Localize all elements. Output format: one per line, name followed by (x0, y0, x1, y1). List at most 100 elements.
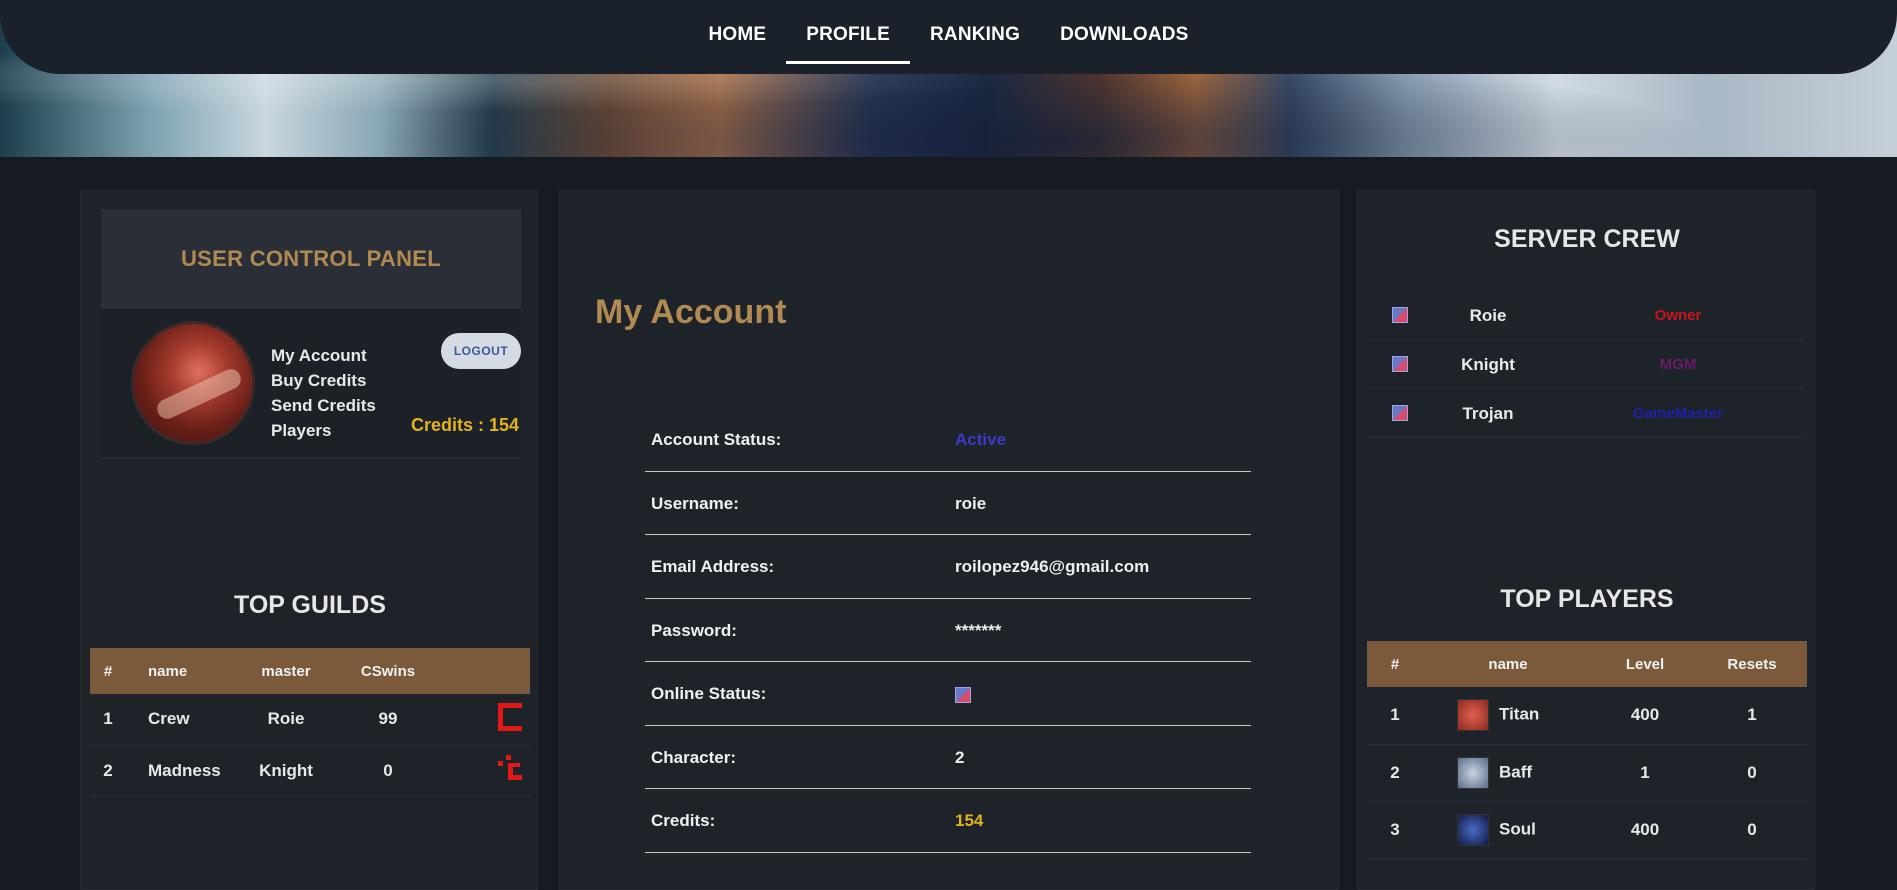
label-email: Email Address: (651, 557, 775, 576)
player-rank: 3 (1367, 801, 1423, 859)
player-avatar (1457, 699, 1489, 732)
label-account-status: Account Status: (651, 430, 782, 449)
list-item[interactable]: Knight MGM (1368, 340, 1804, 389)
guild-cswins: 0 (336, 745, 440, 797)
guild-logo (440, 745, 530, 797)
col-level: Level (1625, 655, 1665, 673)
account-panel: My Account Account Status: Active Userna… (559, 190, 1339, 890)
row-account-status: Account Status: Active (645, 408, 1251, 472)
player-level: 1 (1593, 744, 1697, 802)
row-password: Password: ******* (645, 599, 1251, 662)
guild-logo-icon (498, 702, 522, 731)
guild-rank: 2 (90, 745, 126, 797)
player-rank: 1 (1367, 687, 1423, 745)
top-players-table: # name Level Resets 1 Titan 400 1 2 Baff… (1367, 641, 1807, 859)
player-level: 400 (1593, 801, 1697, 859)
col-resets: Resets (1727, 655, 1777, 673)
table-row[interactable]: 2 Baff 1 0 (1367, 744, 1807, 802)
guild-logo-icon (496, 755, 522, 781)
row-email: Email Address: roilopez946@gmail.com (645, 535, 1251, 599)
guild-master: Roie (236, 694, 336, 746)
crew-role: Owner (1654, 307, 1702, 324)
col-rank: # (103, 662, 113, 680)
server-crew-list: Roie Owner Knight MGM Trojan GameMaster (1368, 291, 1804, 438)
guild-rank: 1 (90, 694, 126, 746)
top-nav: HOME PROFILE RANKING DOWNLOADS (0, 0, 1897, 74)
player-avatar (1457, 756, 1489, 789)
online-status-icon (955, 686, 971, 703)
account-details: Account Status: Active Username: roie Em… (645, 408, 1251, 853)
list-item[interactable]: Trojan GameMaster (1368, 389, 1804, 438)
row-character: Character: 2 (645, 726, 1251, 789)
link-send-credits[interactable]: Send Credits (271, 393, 376, 418)
player-cell[interactable]: Titan (1423, 687, 1593, 745)
crew-name: Knight (1461, 355, 1515, 374)
guild-name[interactable]: Madness (126, 745, 236, 797)
logout-button[interactable]: LOGOUT (441, 333, 521, 369)
nav-downloads[interactable]: DOWNLOADS (1040, 0, 1208, 64)
online-status-icon (1392, 405, 1408, 421)
table-row[interactable]: 1 Crew Roie 99 (90, 694, 530, 746)
online-status-icon (1392, 356, 1408, 372)
guild-logo (440, 694, 530, 746)
guild-master: Knight (236, 745, 336, 797)
top-guilds-title: TOP GUILDS (234, 591, 386, 619)
player-resets: 1 (1697, 687, 1807, 745)
player-resets: 0 (1697, 801, 1807, 859)
value-online-status (955, 662, 971, 725)
guild-name[interactable]: Crew (126, 694, 236, 746)
top-guilds-table: # name master CSwins 1 Crew Roie 99 2 Ma… (90, 648, 530, 797)
link-my-account[interactable]: My Account (271, 343, 376, 368)
label-character: Character: (651, 747, 737, 767)
nav-profile[interactable]: PROFILE (786, 0, 910, 64)
player-avatar (1457, 813, 1489, 846)
col-name: name (1488, 655, 1528, 673)
server-crew-title: SERVER CREW (1494, 225, 1680, 253)
link-players[interactable]: Players (271, 418, 376, 443)
right-panel: SERVER CREW Roie Owner Knight MGM Trojan… (1357, 190, 1815, 890)
player-level: 400 (1593, 687, 1697, 745)
player-rank: 2 (1367, 744, 1423, 802)
value-password: ******* (955, 620, 1002, 640)
value-credits: 154 (955, 811, 984, 830)
table-row[interactable]: 2 Madness Knight 0 (90, 745, 530, 797)
player-name: Baff (1499, 761, 1533, 781)
player-cell[interactable]: Soul (1423, 801, 1593, 859)
value-email: roilopez946@gmail.com (955, 557, 1150, 576)
value-account-status: Active (955, 430, 1007, 449)
col-name: name (148, 662, 188, 680)
list-item[interactable]: Roie Owner (1368, 291, 1804, 340)
ucp-links: My Account Buy Credits Send Credits Play… (271, 343, 376, 443)
left-panel: USER CONTROL PANEL My Account Buy Credit… (80, 190, 538, 890)
online-status-icon (1392, 307, 1408, 323)
player-cell[interactable]: Baff (1423, 744, 1593, 802)
avatar (131, 321, 255, 445)
col-logo (440, 648, 530, 694)
credits-display: Credits : 154 (411, 415, 520, 435)
nav-home[interactable]: HOME (688, 0, 786, 64)
crew-role: MGM (1659, 356, 1697, 373)
value-character: 2 (955, 747, 965, 767)
table-header-row: # name master CSwins (90, 648, 530, 694)
crew-name: Roie (1469, 306, 1507, 325)
label-credits: Credits: (651, 811, 716, 830)
page-title: My Account (595, 293, 787, 331)
crew-name: Trojan (1462, 404, 1514, 423)
table-row[interactable]: 3 Soul 400 0 (1367, 801, 1807, 859)
row-credits: Credits: 154 (645, 789, 1251, 853)
player-name: Soul (1499, 818, 1536, 838)
row-online-status: Online Status: (645, 662, 1251, 726)
player-resets: 0 (1697, 744, 1807, 802)
label-online-status: Online Status: (651, 684, 767, 703)
top-players-title: TOP PLAYERS (1500, 585, 1674, 613)
row-username: Username: roie (645, 472, 1251, 535)
crew-role: GameMaster (1632, 405, 1724, 422)
link-buy-credits[interactable]: Buy Credits (271, 368, 376, 393)
player-name: Titan (1499, 704, 1540, 724)
col-master: master (261, 662, 311, 680)
nav-ranking[interactable]: RANKING (910, 0, 1040, 64)
col-rank: # (1390, 655, 1400, 673)
table-row[interactable]: 1 Titan 400 1 (1367, 687, 1807, 745)
label-username: Username: (651, 493, 739, 513)
value-username: roie (955, 493, 987, 513)
